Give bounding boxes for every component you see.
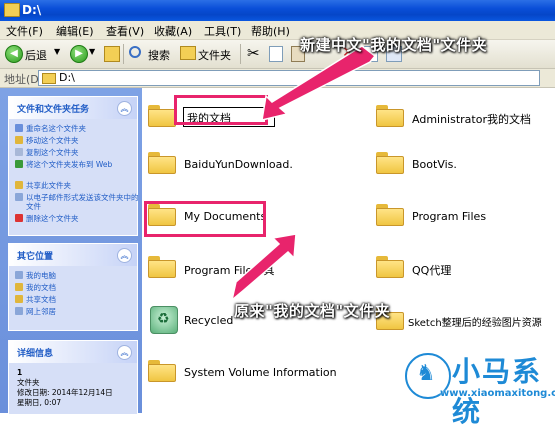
menu-edit[interactable]: 编辑(E): [56, 23, 94, 39]
other-places-header[interactable]: 其它位置 ︽: [9, 244, 137, 266]
copy-icon[interactable]: [269, 46, 283, 62]
task-delete[interactable]: 删除这个文件夹: [15, 214, 131, 223]
folder-label: Recycled: [184, 314, 234, 327]
folder-label: Program Files: [412, 210, 487, 223]
folder-item[interactable]: Administrator我的文档: [376, 101, 552, 135]
folder-icon: [148, 152, 176, 174]
search-button[interactable]: 搜索: [148, 47, 170, 63]
folder-item[interactable]: BaiduYunDownload.: [148, 148, 348, 182]
details-type: 文件夹: [17, 378, 40, 387]
shared-folder-icon: [15, 295, 23, 303]
task-publish-web[interactable]: 将这个文件夹发布到 Web: [15, 160, 142, 169]
menu-help[interactable]: 帮助(H): [251, 23, 290, 39]
folder-item[interactable]: System Volume Information: [148, 356, 348, 390]
folder-icon: [376, 105, 404, 127]
task-email[interactable]: 以电子邮件形式发送该文件夹中的文件: [15, 193, 142, 211]
documents-icon: [15, 283, 23, 291]
back-button[interactable]: 后退: [25, 47, 47, 63]
folder-label: Sketch整理后的经验图片资源: [408, 318, 542, 329]
folder-item[interactable]: Sketch整理后的经验图片资源: [376, 304, 552, 338]
folder-item[interactable]: QQ代理: [376, 252, 552, 286]
folder-label: BootVis.: [412, 158, 457, 171]
task-copy[interactable]: 复制这个文件夹: [15, 148, 131, 157]
details-modified: 修改日期: 2014年12月14日: [17, 388, 113, 397]
other-places-title: 其它位置: [17, 252, 54, 262]
place-network[interactable]: 网上邻居: [15, 307, 131, 316]
menu-tools[interactable]: 工具(T): [204, 23, 241, 39]
place-my-documents[interactable]: 我的文档: [15, 283, 131, 292]
details-name: 1: [17, 368, 23, 377]
highlight-box-original: [144, 201, 266, 237]
delete-x-icon: [15, 214, 23, 222]
collapse-chevron-icon[interactable]: ︽: [117, 101, 132, 116]
address-bar: 地址(D) D:\: [0, 69, 555, 88]
email-icon: [15, 193, 23, 201]
folder-label: Administrator我的文档: [412, 113, 531, 126]
folder-item[interactable]: Program File工具: [148, 252, 348, 286]
file-tasks-header[interactable]: 文件和文件夹任务 ︽: [9, 97, 137, 119]
watermark-url: www.xiaomaxitong.com: [440, 388, 555, 399]
folder-icon: [148, 105, 176, 127]
back-arrow-icon[interactable]: ◀: [5, 45, 23, 63]
forward-arrow-icon[interactable]: ▶: [70, 45, 88, 63]
folder-icon: [376, 152, 404, 174]
folders-icon[interactable]: [180, 46, 196, 60]
folder-label: BaiduYunDownload.: [184, 158, 293, 171]
folder-item[interactable]: Program Files: [376, 200, 552, 234]
place-my-computer[interactable]: 我的电脑: [15, 271, 131, 280]
task-share[interactable]: 共享此文件夹: [15, 181, 131, 190]
rename-icon: [15, 124, 23, 132]
menu-favorites[interactable]: 收藏(A): [154, 23, 192, 39]
details-title: 详细信息: [17, 349, 54, 359]
task-pane: 文件和文件夹任务 ︽ 重命名这个文件夹 移动这个文件夹 复制这个文件夹 将这个文…: [0, 88, 142, 415]
collapse-chevron-icon[interactable]: ︽: [117, 345, 132, 360]
other-places-panel: 其它位置 ︽ 我的电脑 我的文档 共享文档 网上邻居: [8, 243, 138, 331]
search-icon[interactable]: [129, 46, 141, 58]
place-shared-documents[interactable]: 共享文档: [15, 295, 131, 304]
callout-new-folder: 新建中文"我的文档"文件夹: [300, 36, 488, 54]
share-icon: [15, 181, 23, 189]
folder-label: System Volume Information: [184, 366, 337, 379]
folders-button[interactable]: 文件夹: [198, 47, 231, 63]
computer-icon: [15, 271, 23, 279]
folder-label: Program File工具: [184, 264, 275, 277]
window-title: D:\: [22, 3, 42, 17]
collapse-chevron-icon[interactable]: ︽: [117, 248, 132, 263]
folder-icon: [148, 360, 176, 382]
up-folder-icon[interactable]: [104, 46, 120, 62]
recycle-bin-icon: ♻: [150, 306, 178, 334]
forward-dropdown-icon[interactable]: ▼: [89, 47, 95, 56]
details-time: 星期日, 0:07: [17, 398, 62, 407]
folder-label: QQ代理: [412, 264, 452, 277]
highlight-box-new: [174, 95, 268, 125]
copy-folder-icon: [15, 148, 23, 156]
move-icon: [15, 136, 23, 144]
callout-original-folder: 原来"我的文档"文件夹: [234, 302, 391, 320]
details-panel: 详细信息 ︽ 1 文件夹 修改日期: 2014年12月14日 星期日, 0:07: [8, 340, 138, 415]
task-move[interactable]: 移动这个文件夹: [15, 136, 131, 145]
details-header[interactable]: 详细信息 ︽: [9, 341, 137, 363]
file-tasks-panel: 文件和文件夹任务 ︽ 重命名这个文件夹 移动这个文件夹 复制这个文件夹 将这个文…: [8, 96, 139, 236]
folder-icon: [376, 204, 404, 226]
folder-icon: [4, 3, 20, 17]
address-input[interactable]: D:\: [38, 70, 540, 86]
folder-item[interactable]: BootVis.: [376, 148, 552, 182]
title-bar[interactable]: D:\: [0, 0, 555, 21]
address-value: D:\: [59, 71, 75, 84]
file-tasks-title: 文件和文件夹任务: [17, 105, 90, 115]
menu-file[interactable]: 文件(F): [6, 23, 43, 39]
network-icon: [15, 307, 23, 315]
drive-icon: [42, 73, 56, 84]
web-publish-icon: [15, 160, 23, 168]
folder-icon: [148, 256, 176, 278]
task-rename[interactable]: 重命名这个文件夹: [15, 124, 131, 133]
folder-icon: [376, 256, 404, 278]
cut-icon[interactable]: ✂: [247, 44, 260, 62]
menu-view[interactable]: 查看(V): [106, 23, 144, 39]
back-dropdown-icon[interactable]: ▼: [54, 47, 60, 56]
